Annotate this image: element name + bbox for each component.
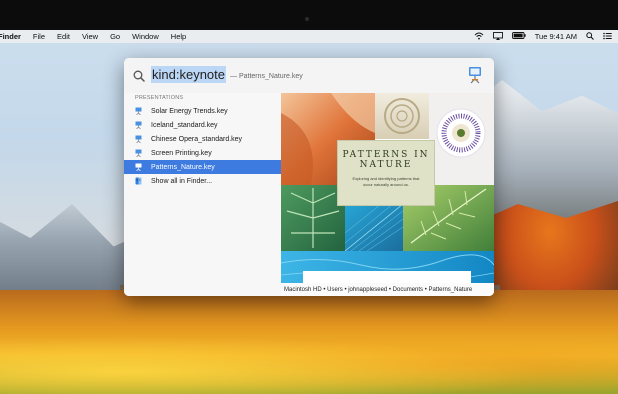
presentation-title: PATTERNS IN NATURE [342,150,430,170]
laptop-bezel [0,0,618,30]
menu-bar: Finder File Edit View Go Window Help Tue… [0,30,618,43]
menu-view[interactable]: View [76,32,104,41]
presentation-subtitle: Exploring and identifying patterns that … [352,176,420,187]
finder-icon [135,177,142,185]
menu-file[interactable]: File [27,32,51,41]
wallpaper-meadow-highlight [0,330,618,394]
result-item-selected[interactable]: Patterns_Nature.key [124,160,281,174]
battery-icon[interactable] [511,32,526,41]
camera-dot [305,17,309,21]
result-label: Patterns_Nature.key [151,163,215,171]
airplay-icon[interactable] [492,31,503,42]
search-input[interactable]: kind:keynote [151,66,226,83]
result-label: Iceland_standard.key [151,121,218,129]
wifi-icon[interactable] [474,32,484,42]
result-item[interactable]: Solar Energy Trends.key [124,104,281,118]
search-suggestion: — Patterns_Nature.key [230,73,303,80]
result-label: Solar Energy Trends.key [151,107,228,115]
spotlight-menu-icon[interactable] [586,31,594,42]
presentation-title-card: PATTERNS IN NATURE Exploring and identif… [337,140,435,206]
result-item[interactable]: Screen Printing.key [124,146,281,160]
menu-edit[interactable]: Edit [51,32,76,41]
keynote-file-icon [135,149,142,158]
search-query-text: kind:keynote [151,66,226,83]
result-label: Screen Printing.key [151,149,212,157]
spotlight-search-bar: kind:keynote — Patterns_Nature.key [124,58,494,94]
preview-pane: PATTERNS IN NATURE Exploring and identif… [281,93,494,296]
file-path: Macintosh HD • Users • johnappleseed • D… [281,283,494,296]
result-item[interactable]: Iceland_standard.key [124,118,281,132]
keynote-file-icon [135,163,142,172]
result-label: Show all in Finder... [151,177,213,185]
result-label: Chinese Opera_standard.key [151,135,243,143]
keynote-file-icon [135,135,142,144]
search-icon [133,69,145,82]
notification-center-icon[interactable] [603,32,612,42]
spotlight-window: kind:keynote — Patterns_Nature.key PRESE… [124,58,494,296]
menu-help[interactable]: Help [165,32,192,41]
result-item[interactable]: Chinese Opera_standard.key [124,132,281,146]
menu-window[interactable]: Window [126,32,165,41]
keynote-app-icon[interactable] [467,66,483,84]
slide-caption-strip [303,271,471,283]
keynote-file-icon [135,107,142,116]
menu-go[interactable]: Go [104,32,126,41]
results-list: PRESENTATIONS Solar Energy Trends.key Ic… [124,93,282,296]
keynote-file-icon [135,121,142,130]
menu-clock[interactable]: Tue 9:41 AM [535,32,577,41]
menu-extras: Tue 9:41 AM [474,30,612,43]
results-section-label: PRESENTATIONS [135,95,184,101]
menu-app-name[interactable]: Finder [0,32,27,41]
show-all-in-finder[interactable]: Show all in Finder... [124,174,281,188]
